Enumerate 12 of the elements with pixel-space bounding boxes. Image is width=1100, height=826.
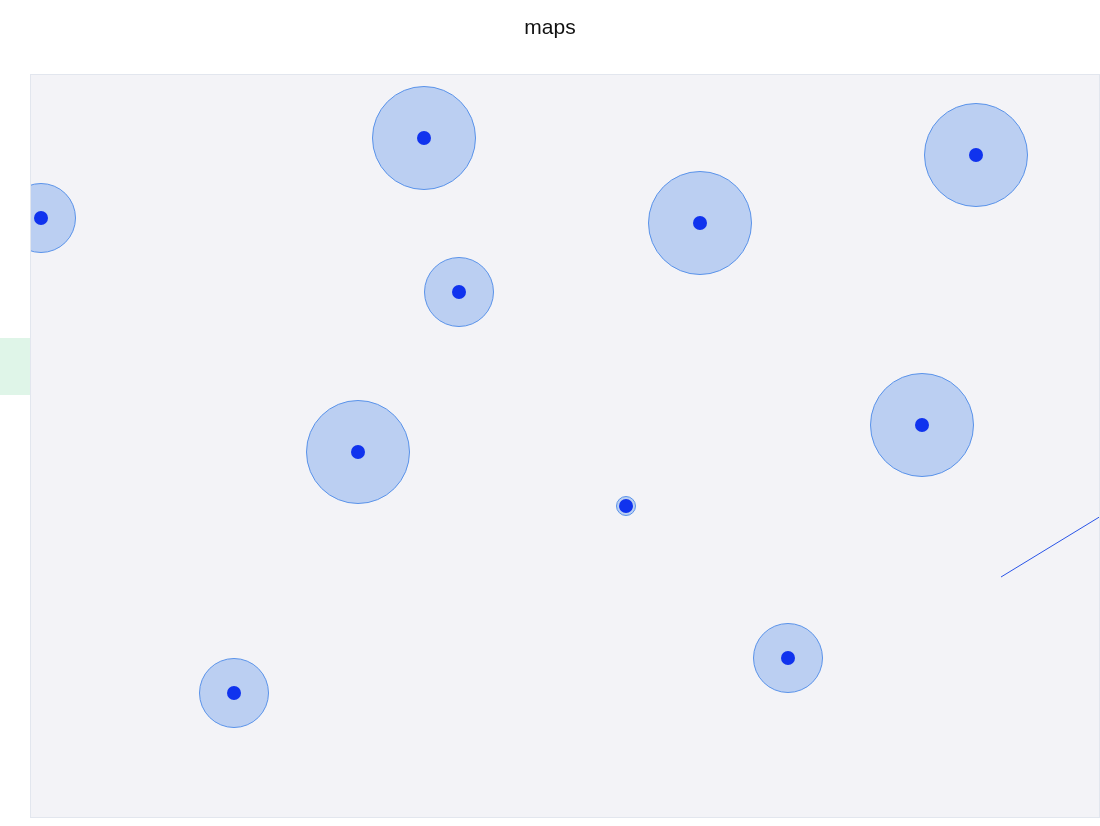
map-marker[interactable] — [417, 131, 431, 145]
map-marker[interactable] — [619, 499, 633, 513]
map-marker[interactable] — [969, 148, 983, 162]
map-marker[interactable] — [351, 445, 365, 459]
map-marker[interactable] — [781, 651, 795, 665]
map-marker[interactable] — [34, 211, 48, 225]
map-marker[interactable] — [452, 285, 466, 299]
map-marker[interactable] — [915, 418, 929, 432]
map-marker[interactable] — [693, 216, 707, 230]
page-title: maps — [523, 14, 577, 40]
side-panel-edge — [0, 338, 30, 395]
map-marker[interactable] — [227, 686, 241, 700]
